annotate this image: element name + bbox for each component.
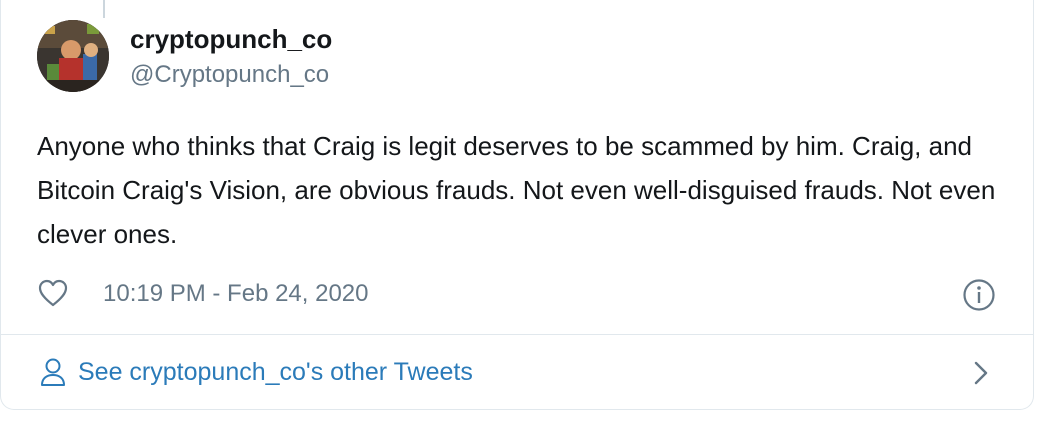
display-name[interactable]: cryptopunch_co	[130, 24, 332, 55]
info-icon[interactable]	[962, 278, 996, 312]
heart-icon[interactable]	[38, 279, 68, 307]
other-tweets-link[interactable]: See cryptopunch_co's other Tweets	[40, 352, 473, 392]
tweet-text: Anyone who thinks that Craig is legit de…	[37, 131, 996, 249]
user-handle[interactable]: @Cryptopunch_co	[130, 61, 329, 89]
other-tweets-label: See cryptopunch_co's other Tweets	[78, 357, 473, 386]
avatar[interactable]	[37, 20, 109, 92]
person-icon	[41, 358, 65, 386]
chevron-right-icon[interactable]	[970, 358, 992, 388]
divider	[0, 334, 1034, 335]
tweet-timestamp[interactable]: 10:19 PM - Feb 24, 2020	[103, 280, 369, 308]
avatar-image	[37, 20, 109, 92]
